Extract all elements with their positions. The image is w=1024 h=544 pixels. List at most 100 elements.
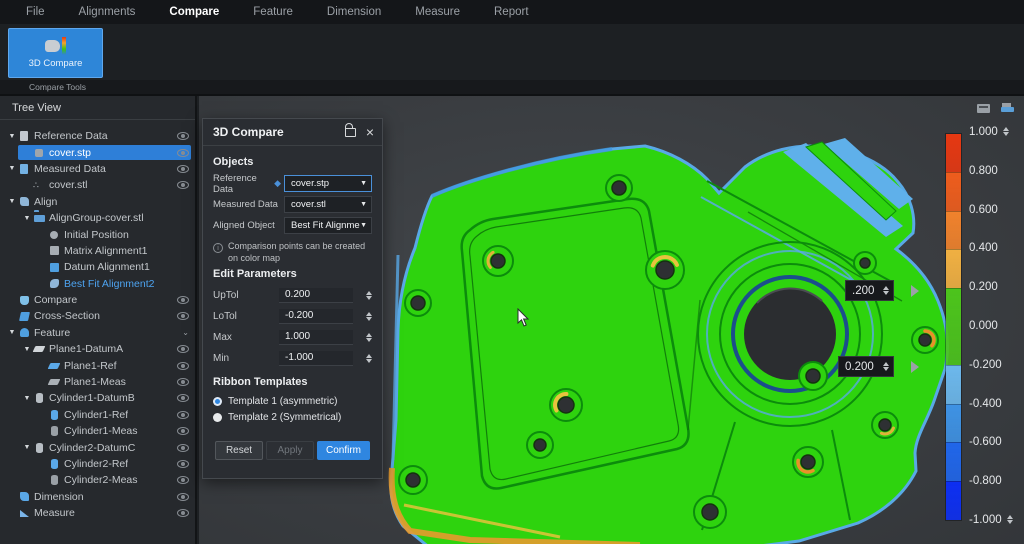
visibility-eye-icon[interactable] <box>177 362 189 370</box>
visibility-eye-icon[interactable] <box>177 509 189 517</box>
param-spinner[interactable] <box>366 354 372 363</box>
lotol-input[interactable]: -0.200 <box>279 309 353 324</box>
reset-button[interactable]: Reset <box>215 441 263 460</box>
caret-down-icon[interactable]: ▼ <box>6 198 18 205</box>
lotol-marker-badge[interactable]: 0.200 <box>838 356 894 377</box>
tree-item-cylinder2-ref[interactable]: Cylinder2-Ref <box>0 456 195 472</box>
tree-item-compare[interactable]: Compare <box>0 292 195 308</box>
spinner-down-icon[interactable] <box>1007 520 1013 524</box>
tree-item-reference-data[interactable]: ▼Reference Data <box>0 128 195 144</box>
close-icon[interactable]: × <box>366 125 374 139</box>
visibility-eye-icon[interactable] <box>177 427 189 435</box>
spinner-down-icon[interactable] <box>366 359 372 363</box>
visibility-eye-icon[interactable] <box>177 149 189 157</box>
visibility-eye-icon[interactable] <box>177 312 189 320</box>
menu-item-dimension[interactable]: Dimension <box>327 6 381 18</box>
3d-compare-tool-button[interactable]: 3D Compare <box>8 28 103 78</box>
tree-item-measure[interactable]: Measure <box>0 505 195 521</box>
spinner-down-icon[interactable] <box>366 317 372 321</box>
tree-item-plane1-ref[interactable]: Plane1-Ref <box>0 357 195 373</box>
unlock-icon[interactable] <box>345 128 356 137</box>
menu-item-report[interactable]: Report <box>494 6 529 18</box>
dialog-header[interactable]: 3D Compare × <box>203 119 382 146</box>
spinner-up-icon[interactable] <box>366 354 372 358</box>
min-input[interactable]: -1.000 <box>279 351 353 366</box>
spinner-up-icon[interactable] <box>1007 515 1013 519</box>
tree-item-cylinder2-datumc[interactable]: ▼Cylinder2-DatumC <box>0 439 195 455</box>
measured-data-dropdown[interactable]: cover.stl▼ <box>284 196 372 213</box>
visibility-eye-icon[interactable] <box>177 444 189 452</box>
caret-down-icon[interactable]: ▼ <box>6 165 18 172</box>
caret-down-icon[interactable]: ▼ <box>21 215 33 222</box>
tree-item-cylinder2-meas[interactable]: Cylinder2-Meas <box>0 472 195 488</box>
radio-icon[interactable] <box>213 413 222 422</box>
tree-item-cylinder1-datumb[interactable]: ▼Cylinder1-DatumB <box>0 390 195 406</box>
tree-item-matrix-alignment1[interactable]: Matrix Alignment1 <box>0 243 195 259</box>
chevron-down-icon[interactable]: ⌄ <box>182 328 189 337</box>
caret-down-icon[interactable]: ▼ <box>6 133 18 140</box>
caret-down-icon[interactable]: ▼ <box>21 395 33 402</box>
caret-down-icon[interactable]: ▼ <box>21 346 33 353</box>
menu-item-measure[interactable]: Measure <box>415 6 460 18</box>
tree-item-aligngroup-cover-stl[interactable]: ▼AlignGroup-cover.stl <box>0 210 195 226</box>
template-option-2[interactable]: Template 2 (Symmetrical) <box>213 409 372 425</box>
spinner-up-icon[interactable] <box>366 333 372 337</box>
tree-item-cover-stp[interactable]: cover.stp <box>0 144 195 160</box>
uptol-marker-spinner[interactable] <box>883 286 889 295</box>
visibility-eye-icon[interactable] <box>177 460 189 468</box>
param-spinner[interactable] <box>366 291 372 300</box>
viewport-print-button[interactable] <box>998 100 1016 116</box>
spinner-up-icon[interactable] <box>1003 127 1009 131</box>
param-spinner[interactable] <box>366 333 372 342</box>
aligned-object-dropdown[interactable]: Best Fit Alignme▼ <box>284 217 372 234</box>
spinner-up-icon[interactable] <box>366 312 372 316</box>
visibility-eye-icon[interactable] <box>177 296 189 304</box>
reference-data-dropdown[interactable]: cover.stp▼ <box>284 175 372 192</box>
visibility-eye-icon[interactable] <box>177 378 189 386</box>
spinner-up-icon[interactable] <box>366 291 372 295</box>
tree-item-cylinder1-meas[interactable]: Cylinder1-Meas <box>0 423 195 439</box>
menu-item-alignments[interactable]: Alignments <box>79 6 136 18</box>
tree-item-datum-alignment1[interactable]: Datum Alignment1 <box>0 259 195 275</box>
radio-selected-icon[interactable] <box>213 397 222 406</box>
visibility-eye-icon[interactable] <box>177 411 189 419</box>
lotol-marker-spinner[interactable] <box>883 362 889 371</box>
max-input[interactable]: 1.000 <box>279 330 353 345</box>
visibility-eye-icon[interactable] <box>177 181 189 189</box>
caret-down-icon[interactable]: ▼ <box>6 329 18 336</box>
tree-item-label: Dimension <box>34 491 84 503</box>
tree-item-plane1-datuma[interactable]: ▼Plane1-DatumA <box>0 341 195 357</box>
visibility-eye-icon[interactable] <box>177 493 189 501</box>
visibility-eye-icon[interactable] <box>177 394 189 402</box>
tree-item-cylinder1-ref[interactable]: Cylinder1-Ref <box>0 407 195 423</box>
scale-limit-spinner[interactable] <box>1007 515 1013 524</box>
tree-item-measured-data[interactable]: ▼Measured Data <box>0 161 195 177</box>
tree-item-feature[interactable]: ▼Feature⌄ <box>0 325 195 341</box>
spinner-down-icon[interactable] <box>366 296 372 300</box>
visibility-eye-icon[interactable] <box>177 476 189 484</box>
param-spinner[interactable] <box>366 312 372 321</box>
template-option-1[interactable]: Template 1 (asymmetric) <box>213 393 372 409</box>
tree-item-align[interactable]: ▼Align <box>0 194 195 210</box>
confirm-button[interactable]: Confirm <box>317 441 370 460</box>
tree-item-plane1-meas[interactable]: Plane1-Meas <box>0 374 195 390</box>
tree-item-best-fit-alignment2[interactable]: Best Fit Alignment2 <box>0 276 195 292</box>
spinner-down-icon[interactable] <box>366 338 372 342</box>
visibility-eye-icon[interactable] <box>177 132 189 140</box>
visibility-eye-icon[interactable] <box>177 345 189 353</box>
tree-item-dimension[interactable]: Dimension <box>0 489 195 505</box>
menu-item-compare[interactable]: Compare <box>169 6 219 18</box>
spinner-down-icon[interactable] <box>1003 132 1009 136</box>
visibility-eye-icon[interactable] <box>177 165 189 173</box>
menu-item-file[interactable]: File <box>26 6 45 18</box>
uptol-marker-badge[interactable]: .200 <box>845 280 894 301</box>
tree-item-initial-position[interactable]: Initial Position <box>0 226 195 242</box>
uptol-input[interactable]: 0.200 <box>279 288 353 303</box>
tree-item-cover-stl[interactable]: cover.stl <box>0 177 195 193</box>
viewport-screen-button[interactable] <box>974 100 992 116</box>
menu-item-feature[interactable]: Feature <box>253 6 293 18</box>
caret-down-icon[interactable]: ▼ <box>21 444 33 451</box>
scale-limit-spinner[interactable] <box>1003 127 1009 136</box>
tree-item-cross-section[interactable]: Cross-Section <box>0 308 195 324</box>
apply-button[interactable]: Apply <box>266 441 314 460</box>
